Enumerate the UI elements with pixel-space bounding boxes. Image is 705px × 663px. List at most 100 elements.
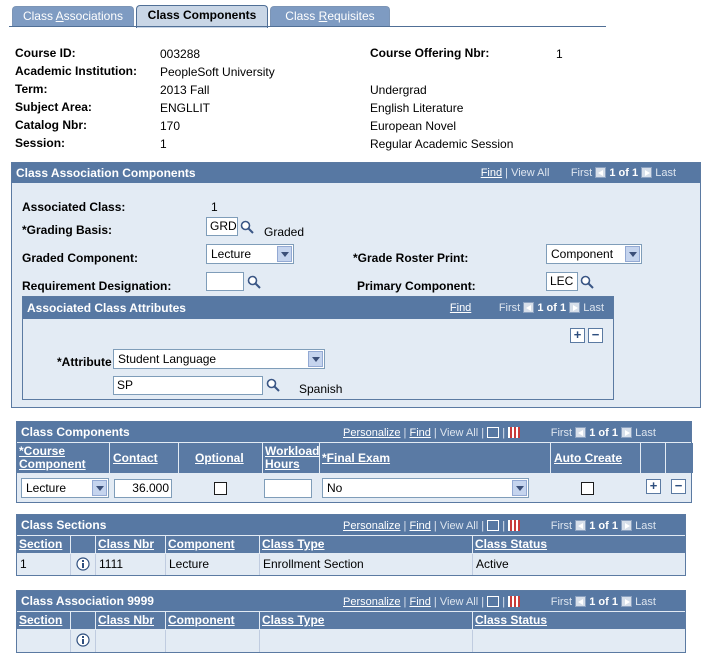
class-nbr-cell — [96, 630, 166, 652]
subject-desc: English Literature — [370, 101, 464, 115]
tab-underline — [9, 26, 606, 27]
chevron-down-icon[interactable] — [625, 246, 640, 262]
add-row-button[interactable]: + — [570, 328, 585, 343]
prev-arrow-icon[interactable] — [575, 427, 587, 438]
tab-class-associations[interactable]: Class Associations — [12, 6, 134, 27]
auto-create-checkbox[interactable] — [581, 482, 594, 495]
col-class-nbr[interactable]: Class Nbr — [96, 536, 166, 553]
col-section[interactable]: Section — [17, 536, 71, 553]
workload-hours-input[interactable] — [264, 479, 312, 498]
find-link[interactable]: Find — [409, 427, 430, 439]
class-status-cell — [473, 630, 685, 652]
prev-arrow-icon[interactable] — [575, 596, 587, 607]
search-icon[interactable] — [240, 220, 254, 234]
info-icon[interactable] — [76, 633, 90, 647]
subject-value: ENGLLIT — [160, 101, 211, 115]
zoom-icon[interactable] — [487, 427, 500, 438]
last-label: Last — [655, 167, 676, 179]
col-auto-create[interactable]: Auto Create — [551, 443, 641, 473]
next-arrow-icon[interactable] — [621, 520, 633, 531]
contact-input[interactable]: 36.000 — [114, 479, 172, 498]
download-icon[interactable] — [508, 520, 521, 531]
class-type-cell: Enrollment Section — [260, 554, 473, 575]
personalize-link[interactable]: Personalize — [343, 520, 400, 532]
info-cell — [71, 630, 96, 652]
final-exam-select[interactable]: No — [322, 478, 529, 498]
grading-basis-input[interactable]: GRD — [206, 217, 238, 236]
col-workload-hours[interactable]: Workload Hours — [263, 443, 320, 473]
col-class-type[interactable]: Class Type — [260, 536, 473, 553]
optional-checkbox[interactable] — [214, 482, 227, 495]
grade-roster-select[interactable]: Component — [546, 244, 642, 264]
add-row-button[interactable]: + — [646, 479, 661, 494]
find-link[interactable]: Find — [481, 167, 502, 179]
attribute-select[interactable]: Student Language — [113, 349, 325, 369]
find-link[interactable]: Find — [450, 302, 471, 314]
search-icon[interactable] — [266, 378, 280, 392]
col-component[interactable]: Component — [166, 536, 260, 553]
chevron-down-icon[interactable] — [308, 351, 323, 367]
requirement-designation-input[interactable] — [206, 272, 244, 291]
institution-label: Academic Institution: — [15, 64, 138, 78]
primary-component-label: Primary Component: — [357, 279, 476, 293]
col-final-exam[interactable]: *Final Exam — [320, 443, 551, 473]
personalize-link[interactable]: Personalize — [343, 427, 400, 439]
col-class-status[interactable]: Class Status — [473, 536, 685, 553]
offering-value: 1 — [556, 47, 563, 61]
find-link[interactable]: Find — [409, 596, 430, 608]
col-class-type[interactable]: Class Type — [260, 612, 473, 629]
view-all-link[interactable]: View All — [511, 167, 549, 179]
col-optional[interactable]: Optional — [179, 443, 263, 473]
col-component[interactable]: Component — [166, 612, 260, 629]
col-section[interactable]: Section — [17, 612, 71, 629]
prev-arrow-icon[interactable] — [523, 302, 535, 313]
graded-component-select[interactable]: Lecture — [206, 244, 294, 264]
next-arrow-icon[interactable] — [621, 596, 633, 607]
zoom-icon[interactable] — [487, 596, 500, 607]
next-arrow-icon[interactable] — [569, 302, 581, 313]
info-icon[interactable] — [76, 557, 90, 571]
col-class-status[interactable]: Class Status — [473, 612, 685, 629]
class-components-panel: Class Components Personalize | Find | Vi… — [16, 421, 693, 503]
personalize-link[interactable]: Personalize — [343, 596, 400, 608]
course-component-select[interactable]: Lecture — [21, 478, 109, 498]
assoc-components-panel: Class Association Components Find | View… — [11, 162, 701, 408]
download-icon[interactable] — [508, 427, 521, 438]
col-contact[interactable]: Contact — [110, 443, 179, 473]
components-nav: Personalize | Find | View All | | First … — [343, 427, 656, 439]
row-count: 1 of 1 — [609, 167, 639, 179]
search-icon[interactable] — [247, 275, 261, 289]
catalog-label: Catalog Nbr: — [15, 118, 87, 132]
career-value: Undergrad — [370, 83, 427, 97]
search-icon[interactable] — [580, 275, 594, 289]
grade-roster-label: *Grade Roster Print: — [353, 251, 469, 265]
primary-component-input[interactable]: LEC — [546, 272, 578, 291]
session-desc: Regular Academic Session — [370, 137, 514, 151]
attribute-value-input[interactable]: SP — [113, 376, 263, 395]
component-cell — [166, 630, 260, 652]
next-arrow-icon[interactable] — [621, 427, 633, 438]
class-type-cell — [260, 630, 473, 652]
next-arrow-icon[interactable] — [641, 167, 653, 178]
chevron-down-icon[interactable] — [92, 480, 107, 496]
tab-class-requisites[interactable]: Class Requisites — [270, 6, 390, 27]
class-nbr-cell: 1111 — [96, 554, 166, 575]
info-cell — [71, 554, 96, 575]
col-course-component[interactable]: *Course Component — [17, 443, 110, 473]
prev-arrow-icon[interactable] — [575, 520, 587, 531]
chevron-down-icon[interactable] — [277, 246, 292, 262]
tab-class-components[interactable]: Class Components — [136, 5, 268, 28]
attribute-value-desc: Spanish — [299, 382, 343, 396]
delete-row-button[interactable]: − — [671, 479, 686, 494]
zoom-icon[interactable] — [487, 520, 500, 531]
col-class-nbr[interactable]: Class Nbr — [96, 612, 166, 629]
find-link[interactable]: Find — [409, 520, 430, 532]
chevron-down-icon[interactable] — [512, 480, 527, 496]
assoc9999-nav: Personalize | Find | View All | | First … — [343, 596, 656, 608]
delete-row-button[interactable]: − — [588, 328, 603, 343]
col-spacer — [641, 443, 666, 473]
institution-value: PeopleSoft University — [160, 65, 275, 79]
prev-arrow-icon[interactable] — [595, 167, 607, 178]
download-icon[interactable] — [508, 596, 521, 607]
assoc-nav: Find | View All First 1 of 1 Last — [480, 167, 676, 179]
